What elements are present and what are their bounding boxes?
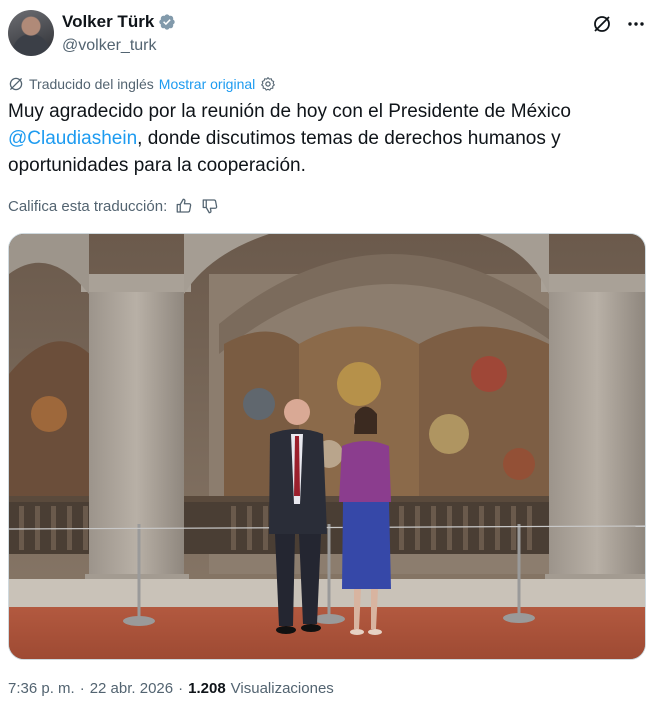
tweet: Volker Türk @volker_turk Traducido del i…	[0, 0, 654, 711]
tweet-header: Volker Türk @volker_turk	[8, 10, 646, 58]
show-original-link[interactable]: Mostrar original	[159, 76, 255, 92]
mention-link[interactable]: @Claudiashein	[8, 128, 137, 149]
verified-badge-icon[interactable]	[158, 13, 176, 31]
handle[interactable]: @volker_turk	[62, 37, 157, 55]
translate-icon	[9, 77, 23, 91]
name-row: Volker Türk	[62, 12, 176, 32]
grok-icon[interactable]	[592, 14, 612, 34]
translation-row: Traducido del inglés Mostrar original	[8, 76, 276, 92]
tweet-meta: 7:36 p. m. · 22 abr. 2026 · 1.208 Visual…	[8, 680, 334, 697]
display-name[interactable]: Volker Türk	[62, 12, 154, 32]
translation-status: Traducido del inglés	[29, 76, 154, 92]
tweet-time[interactable]: 7:36 p. m.	[8, 680, 75, 697]
views-label: Visualizaciones	[230, 680, 334, 697]
header-actions	[592, 14, 646, 34]
tweet-date[interactable]: 22 abr. 2026	[90, 680, 173, 697]
views-count: 1.208	[188, 680, 226, 697]
thumbs-down-icon[interactable]	[201, 197, 219, 215]
tweet-text: Muy agradecido por la reunión de hoy con…	[8, 98, 628, 179]
tweet-photo[interactable]	[8, 233, 646, 660]
meta-separator: ·	[79, 680, 85, 697]
rate-translation-label: Califica esta traducción:	[8, 197, 168, 215]
meta-separator: ·	[178, 680, 184, 697]
more-icon[interactable]	[626, 14, 646, 34]
photo-image	[9, 234, 645, 659]
thumbs-up-icon[interactable]	[175, 197, 193, 215]
rate-translation-row: Califica esta traducción:	[8, 197, 219, 215]
tweet-text-part1: Muy agradecido por la reunión de hoy con…	[8, 101, 571, 122]
avatar[interactable]	[8, 10, 54, 56]
settings-icon[interactable]	[260, 76, 276, 92]
